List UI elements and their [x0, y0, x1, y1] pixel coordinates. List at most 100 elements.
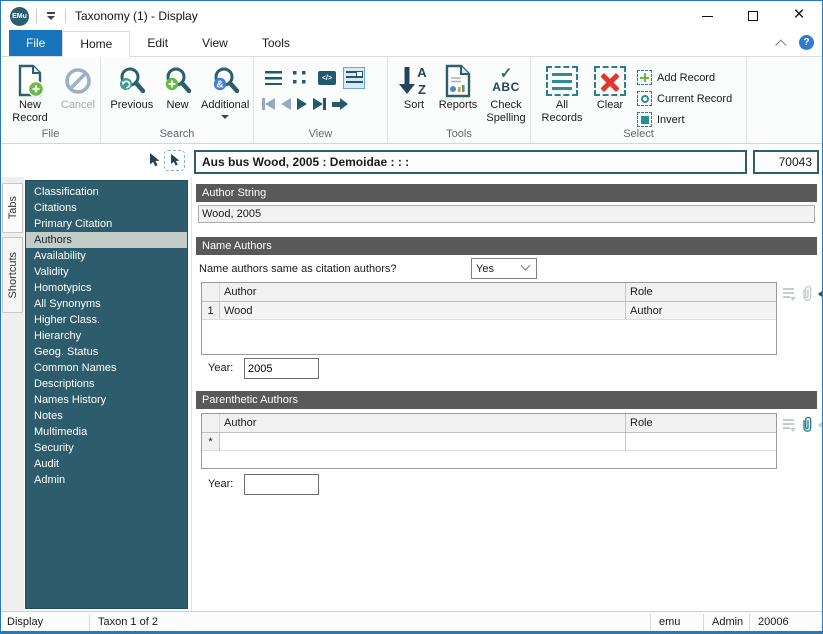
- all-records-icon: [546, 63, 578, 99]
- minimize-icon: [701, 15, 713, 17]
- sidebar-item-admin[interactable]: Admin: [26, 472, 187, 488]
- role-cell[interactable]: Author: [626, 302, 776, 319]
- status-record-position: Taxon 1 of 2: [98, 616, 158, 628]
- emu-logo-text: EMu: [12, 12, 27, 20]
- additional-dropdown-caret-icon: [221, 115, 230, 119]
- sidebar-item-notes[interactable]: Notes: [26, 408, 187, 424]
- attach-icon[interactable]: [799, 415, 814, 434]
- attach-icon[interactable]: [799, 284, 814, 303]
- previous-search-icon: [116, 63, 147, 99]
- author-string-field[interactable]: Wood, 2005: [198, 205, 815, 223]
- clear-selection-button[interactable]: Clear: [587, 61, 633, 112]
- current-record-button[interactable]: Current Record: [637, 88, 732, 109]
- tab-file[interactable]: File: [9, 30, 63, 56]
- role-cell[interactable]: [626, 433, 776, 450]
- window-title: Taxonomy (1) - Display: [75, 9, 198, 23]
- parenthetic-authors-table-row[interactable]: *: [202, 433, 776, 451]
- previous-record-button[interactable]: [281, 98, 291, 110]
- details-view-icon: [345, 71, 363, 85]
- view-attachment-eye-icon[interactable]: [817, 418, 823, 432]
- row-number-header: [202, 283, 220, 301]
- invert-selection-button[interactable]: Invert: [637, 109, 732, 130]
- new-search-button[interactable]: New: [158, 61, 198, 112]
- name-authors-table-row[interactable]: 1 Wood Author: [202, 302, 776, 320]
- tab-tools[interactable]: Tools: [245, 30, 307, 56]
- authors-tab-panel: Author String Wood, 2005 Name Authors Na…: [194, 177, 822, 611]
- sidebar-item-authors[interactable]: Authors: [26, 232, 187, 248]
- cancel-button[interactable]: Cancel: [56, 61, 100, 112]
- additional-search-button[interactable]: & Additional: [197, 61, 253, 119]
- status-group: Admin: [712, 616, 744, 628]
- sidebar-item-availability[interactable]: Availability: [26, 248, 187, 264]
- new-record-button[interactable]: New Record: [4, 61, 56, 125]
- sidebar-item-common-names[interactable]: Common Names: [26, 360, 187, 376]
- tab-view[interactable]: View: [185, 30, 245, 56]
- row-number-header: [202, 414, 220, 432]
- ditto-icon[interactable]: [783, 287, 796, 301]
- sort-button[interactable]: A Z Sort: [394, 61, 434, 112]
- select-pointer-icon[interactable]: [164, 150, 185, 171]
- code-view-button[interactable]: [316, 67, 338, 89]
- add-record-button[interactable]: Add Record: [637, 67, 732, 88]
- last-record-button[interactable]: [313, 98, 326, 110]
- first-record-button[interactable]: [262, 98, 275, 110]
- name-year-field[interactable]: [244, 358, 319, 379]
- new-record-label: New Record: [12, 99, 48, 124]
- parenthetic-year-field[interactable]: [244, 474, 319, 495]
- check-spelling-button[interactable]: Check Spelling: [482, 61, 530, 125]
- view-attachment-eye-icon[interactable]: [817, 287, 823, 301]
- sidebar-item-citations[interactable]: Citations: [26, 200, 187, 216]
- status-user: emu: [659, 616, 681, 628]
- all-records-button[interactable]: All Records: [537, 61, 587, 125]
- contact-sheet-view-button[interactable]: [289, 67, 311, 89]
- sidebar-item-geog-status[interactable]: Geog. Status: [26, 344, 187, 360]
- pointer-cursor-icon[interactable]: [147, 152, 162, 172]
- emu-logo-icon[interactable]: EMu: [10, 6, 29, 26]
- close-button[interactable]: [776, 1, 822, 31]
- record-summary-text: Aus bus Wood, 2005 : Demoidae : : :: [202, 155, 410, 169]
- splitter[interactable]: [191, 177, 192, 611]
- tab-edit[interactable]: Edit: [130, 30, 185, 56]
- minimize-button[interactable]: [684, 1, 730, 31]
- sidebar-item-audit[interactable]: Audit: [26, 456, 187, 472]
- ribbon-group-file: New Record Cancel File: [1, 57, 101, 143]
- sidebar-item-classification[interactable]: Classification: [26, 184, 187, 200]
- author-column-header: Author: [220, 283, 626, 301]
- quick-access-toolbar-dropdown-icon[interactable]: [44, 10, 58, 22]
- details-view-button[interactable]: [343, 67, 365, 89]
- reports-button[interactable]: Reports: [434, 61, 482, 112]
- new-search-icon: [162, 63, 193, 99]
- author-cell[interactable]: [220, 433, 626, 450]
- status-separator: [650, 614, 651, 631]
- help-icon[interactable]: [799, 35, 814, 50]
- author-cell[interactable]: Wood: [220, 302, 626, 319]
- sidebar-item-homotypics[interactable]: Homotypics: [26, 280, 187, 296]
- list-view-button[interactable]: [262, 67, 284, 89]
- sidebar-item-multimedia[interactable]: Multimedia: [26, 424, 187, 440]
- side-tab-shortcuts[interactable]: Shortcuts: [2, 237, 23, 313]
- next-record-button[interactable]: [297, 98, 307, 110]
- same-authors-question-label: Name authors same as citation authors?: [199, 263, 397, 275]
- previous-search-button[interactable]: Previous: [106, 61, 158, 112]
- goto-record-button[interactable]: [332, 98, 348, 110]
- sidebar-item-hierarchy[interactable]: Hierarchy: [26, 328, 187, 344]
- sidebar-item-names-history[interactable]: Names History: [26, 392, 187, 408]
- maximize-button[interactable]: [730, 1, 776, 31]
- status-mode: Display: [7, 616, 44, 628]
- sidebar-item-primary-citation[interactable]: Primary Citation: [26, 216, 187, 232]
- same-authors-dropdown[interactable]: Yes: [471, 258, 537, 279]
- sidebar-item-higher-class[interactable]: Higher Class.: [26, 312, 187, 328]
- same-authors-dropdown-value: Yes: [476, 262, 494, 275]
- ditto-icon[interactable]: [783, 418, 796, 432]
- parenthetic-year-label: Year:: [208, 478, 234, 490]
- parenthetic-authors-table: Author Role *: [201, 413, 777, 469]
- ribbon-group-search: Previous New & Additional Search: [101, 57, 254, 143]
- tab-home[interactable]: Home: [62, 31, 131, 57]
- sidebar-item-validity[interactable]: Validity: [26, 264, 187, 280]
- sidebar-item-descriptions[interactable]: Descriptions: [26, 376, 187, 392]
- sidebar-item-security[interactable]: Security: [26, 440, 187, 456]
- side-tab-tabs[interactable]: Tabs: [2, 183, 23, 233]
- titlebar-separator: [65, 9, 66, 23]
- sidebar-item-all-synonyms[interactable]: All Synonyms: [26, 296, 187, 312]
- previous-search-label: Previous: [110, 99, 154, 111]
